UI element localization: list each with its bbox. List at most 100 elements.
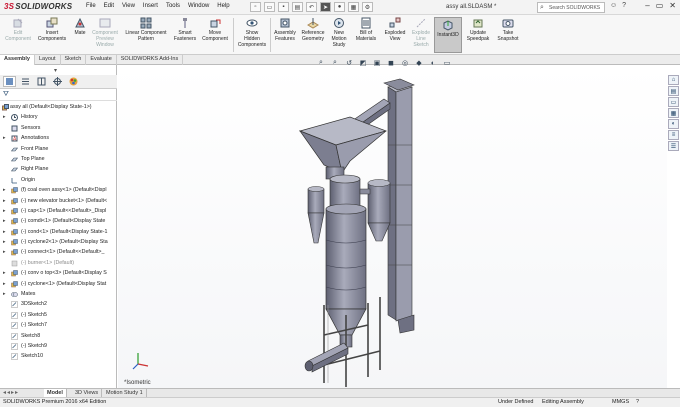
assembly-model[interactable]: [118, 65, 667, 388]
tree-item[interactable]: ▸ (-) cap<1> (Default<<Default>_Displ: [0, 206, 117, 216]
save-icon[interactable]: ▪: [278, 2, 289, 12]
tree-item[interactable]: Sketch10: [0, 351, 117, 361]
display-style-icon[interactable]: ◼: [386, 58, 396, 68]
new-document-icon[interactable]: ▫: [250, 2, 261, 12]
file-explorer-icon[interactable]: ▭: [668, 97, 679, 107]
tab-scroll-arrows-icon[interactable]: ◂◂▸▸: [3, 389, 19, 396]
expand-arrow-icon[interactable]: ▸: [3, 216, 6, 226]
collapse-arrow-icon[interactable]: ▾: [54, 67, 57, 74]
new-motion-study-button[interactable]: New Motion Study: [328, 17, 350, 48]
status-help-icon[interactable]: ?: [636, 398, 639, 407]
expand-arrow-icon[interactable]: ▸: [3, 227, 6, 237]
explode-line-sketch-button[interactable]: Explode Line Sketch: [409, 17, 433, 48]
graphics-area[interactable]: [118, 65, 667, 388]
solidworks-forum-icon[interactable]: ☰: [668, 141, 679, 151]
edit-component-button[interactable]: Edit Component: [2, 17, 34, 42]
move-component-button[interactable]: Move Component: [199, 17, 231, 42]
component-preview-window-button[interactable]: Component Preview Window: [90, 17, 120, 48]
user-icon[interactable]: ☺: [610, 2, 617, 9]
tree-item[interactable]: ▸ (-) cyclone<1> (Default<Display Stat: [0, 279, 117, 289]
open-folder-icon[interactable]: ▭: [264, 2, 275, 12]
expand-arrow-icon[interactable]: ▸: [3, 185, 6, 195]
tab-layout[interactable]: Layout: [35, 55, 61, 65]
expand-arrow-icon[interactable]: ▸: [3, 133, 6, 143]
expand-arrow-icon[interactable]: ▸: [3, 268, 6, 278]
design-library-icon[interactable]: ▤: [668, 86, 679, 96]
tree-item[interactable]: ▸ A Annotations: [0, 133, 117, 143]
expand-arrow-icon[interactable]: ▸: [3, 196, 6, 206]
display-manager-tab[interactable]: [67, 76, 80, 87]
expand-arrow-icon[interactable]: ▸: [3, 247, 6, 257]
tree-item[interactable]: Front Plane: [0, 144, 117, 154]
apply-scene-icon[interactable]: ◐: [428, 58, 438, 68]
tree-item[interactable]: Sketch8: [0, 331, 117, 341]
edit-appearance-icon[interactable]: ◆: [414, 58, 424, 68]
tree-item[interactable]: ▸ History: [0, 112, 117, 122]
hide-show-items-icon[interactable]: ◎: [400, 58, 410, 68]
search-input[interactable]: ⌕ Search SOLIDWORKS Help: [537, 2, 605, 21]
tree-item[interactable]: ▸ (f) coal oven assy<1> (Default<Displ: [0, 185, 117, 195]
feature-manager-tab[interactable]: [3, 76, 16, 87]
tree-item[interactable]: 3DSketch2: [0, 299, 117, 309]
tree-item[interactable]: (-) Sketch9: [0, 341, 117, 351]
smart-fasteners-button[interactable]: Smart Fasteners: [171, 17, 199, 42]
print-icon[interactable]: ▤: [292, 2, 303, 12]
mate-button[interactable]: Mate: [70, 17, 90, 36]
view-orientation-icon[interactable]: ▣: [372, 58, 382, 68]
tree-item[interactable]: ▸ (-) cyclone2<1> (Default<Display Sta: [0, 237, 117, 247]
configuration-manager-tab[interactable]: [35, 76, 48, 87]
assembly-features-button[interactable]: Assembly Features: [271, 17, 299, 42]
reference-geometry-button[interactable]: Reference Geometry: [299, 17, 327, 42]
bill-of-materials-button[interactable]: Bill of Materials: [352, 17, 380, 42]
rebuild-icon[interactable]: ●: [334, 2, 345, 12]
property-manager-tab[interactable]: [19, 76, 32, 87]
appearances-icon[interactable]: ◐: [668, 119, 679, 129]
minimize-button[interactable]: –: [645, 1, 649, 10]
tab-add-ins[interactable]: SOLIDWORKS Add-Ins: [117, 55, 184, 65]
view-settings-icon[interactable]: ▭: [442, 58, 452, 68]
tree-item[interactable]: Right Plane: [0, 164, 117, 174]
maximize-button[interactable]: ▭: [656, 1, 664, 10]
close-button[interactable]: ✕: [669, 1, 676, 10]
view-palette-icon[interactable]: ▦: [668, 108, 679, 118]
tab-sketch[interactable]: Sketch: [61, 55, 87, 65]
menu-file[interactable]: File: [86, 3, 96, 9]
previous-view-icon[interactable]: ↺: [344, 58, 354, 68]
solidworks-logo[interactable]: 3SSOLIDWORKS: [4, 2, 72, 11]
dimxpert-tab[interactable]: [51, 76, 64, 87]
tree-item[interactable]: (-) Sketch7: [0, 320, 117, 330]
tree-filter[interactable]: ⛛: [0, 89, 117, 101]
tree-item[interactable]: Origin: [0, 175, 117, 185]
file-properties-icon[interactable]: ▦: [348, 2, 359, 12]
status-units[interactable]: MMGS: [612, 398, 629, 407]
expand-arrow-icon[interactable]: ▸: [3, 237, 6, 247]
insert-components-button[interactable]: Insert Components: [34, 17, 70, 42]
take-snapshot-button[interactable]: Take Snapshot: [494, 17, 522, 42]
section-view-icon[interactable]: ◩: [358, 58, 368, 68]
instant3d-button[interactable]: Instant3D: [434, 17, 462, 53]
tree-item[interactable]: (-) Sketch5: [0, 310, 117, 320]
tree-item[interactable]: ▸ (-) comdi<1> (Default<Display State: [0, 216, 117, 226]
tree-item[interactable]: (-) burner<1> (Default): [0, 258, 117, 268]
menu-help[interactable]: Help: [217, 3, 229, 9]
undo-icon[interactable]: ↶: [306, 2, 317, 12]
linear-component-pattern-button[interactable]: Linear Component Pattern: [121, 17, 171, 42]
tab-assembly[interactable]: Assembly: [0, 55, 35, 65]
tree-item[interactable]: ▸ (-) cond<1> (Default<Display State-1: [0, 227, 117, 237]
zoom-to-fit-icon[interactable]: ⌕: [316, 58, 326, 68]
solidworks-resources-icon[interactable]: ⌂: [668, 75, 679, 85]
expand-arrow-icon[interactable]: ▸: [3, 289, 6, 299]
zoom-to-area-icon[interactable]: ⌕: [330, 58, 340, 68]
expand-arrow-icon[interactable]: ▸: [3, 279, 6, 289]
custom-properties-icon[interactable]: ≡: [668, 130, 679, 140]
update-speedpak-button[interactable]: Update Speedpak: [464, 17, 492, 42]
tree-item[interactable]: ▸ Mates: [0, 289, 117, 299]
tab-evaluate[interactable]: Evaluate: [86, 55, 117, 65]
menu-edit[interactable]: Edit: [104, 3, 114, 9]
tree-item[interactable]: ▸ (-) conv o top<3> (Default<Display S: [0, 268, 117, 278]
tree-item[interactable]: Top Plane: [0, 154, 117, 164]
tree-item[interactable]: ▸ (-) new elevator bucket<1> (Default<: [0, 196, 117, 206]
exploded-view-button[interactable]: Exploded View: [381, 17, 409, 42]
help-icon[interactable]: ?: [622, 2, 626, 9]
menu-insert[interactable]: Insert: [143, 3, 158, 9]
